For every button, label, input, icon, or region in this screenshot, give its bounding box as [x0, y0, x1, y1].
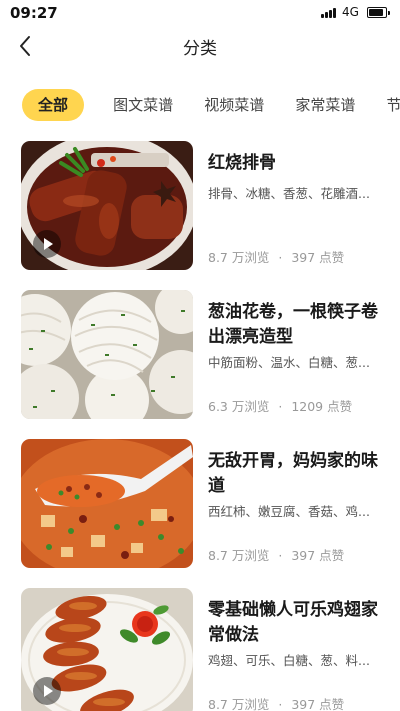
recipe-stats: 8.7 万浏览 · 397 点赞	[208, 694, 344, 711]
recipe-title: 无敌开胃，妈妈家的味道	[208, 451, 378, 496]
status-bar: 09:27 4G	[0, 0, 400, 26]
recipe-item[interactable]: 红烧排骨 排骨、冰糖、香葱、花雕酒... 8.7 万浏览 · 397 点赞	[21, 141, 381, 290]
recipe-title: 零基础懒人可乐鸡翅家常做法	[208, 600, 378, 645]
network-type: 4G	[342, 5, 359, 19]
battery-icon	[367, 7, 390, 18]
recipe-image-cola-chicken-wings	[21, 588, 193, 711]
tab-all[interactable]: 全部	[22, 89, 85, 121]
tab-picture-recipes[interactable]: 图文菜谱	[113, 89, 173, 121]
tab-video-recipes[interactable]: 视频菜谱	[204, 89, 264, 121]
recipe-stats: 8.7 万浏览 · 397 点赞	[208, 247, 344, 266]
category-tabs: 全部 图文菜谱 视频菜谱 家常菜谱 节	[22, 89, 400, 121]
signal-icon	[321, 8, 337, 18]
recipe-image-braised-pork-ribs	[21, 141, 193, 270]
view-count: 8.7 万浏览	[208, 250, 270, 265]
view-count: 8.7 万浏览	[208, 697, 270, 711]
recipe-image-scallion-buns	[21, 290, 193, 419]
like-count: 397 点赞	[291, 250, 345, 265]
recipe-ingredients: 西红柿、嫩豆腐、香菇、鸡...	[208, 504, 370, 519]
nav-bar: 分类	[0, 26, 400, 66]
recipe-item[interactable]: 无敌开胃，妈妈家的味道 西红柿、嫩豆腐、香菇、鸡... 8.7 万浏览 · 39…	[21, 439, 381, 588]
recipe-ingredients: 排骨、冰糖、香葱、花雕酒...	[208, 186, 370, 201]
stats-separator: ·	[278, 399, 283, 414]
tab-festival[interactable]: 节	[386, 89, 400, 121]
recipe-ingredients: 中筋面粉、温水、白糖、葱...	[208, 355, 370, 370]
page-title: 分类	[183, 39, 217, 59]
recipe-item[interactable]: 零基础懒人可乐鸡翅家常做法 鸡翅、可乐、白糖、葱、料... 8.7 万浏览 · …	[21, 588, 381, 711]
recipe-title: 葱油花卷，一根筷子卷出漂亮造型	[208, 302, 378, 347]
view-count: 6.3 万浏览	[208, 399, 270, 414]
stats-separator: ·	[278, 697, 283, 711]
stats-separator: ·	[278, 250, 283, 265]
like-count: 397 点赞	[291, 548, 345, 563]
recipe-item[interactable]: 葱油花卷，一根筷子卷出漂亮造型 中筋面粉、温水、白糖、葱... 6.3 万浏览 …	[21, 290, 381, 439]
stats-separator: ·	[278, 548, 283, 563]
recipe-image-tomato-tofu-soup	[21, 439, 193, 568]
view-count: 8.7 万浏览	[208, 548, 270, 563]
recipe-stats: 8.7 万浏览 · 397 点赞	[208, 545, 344, 564]
like-count: 397 点赞	[291, 697, 345, 711]
play-icon	[33, 230, 61, 258]
recipe-title: 红烧排骨	[208, 153, 276, 173]
play-icon	[33, 677, 61, 705]
recipe-ingredients: 鸡翅、可乐、白糖、葱、料...	[208, 653, 370, 668]
status-time: 09:27	[10, 4, 58, 22]
recipe-list: 红烧排骨 排骨、冰糖、香葱、花雕酒... 8.7 万浏览 · 397 点赞 葱油…	[21, 141, 381, 711]
recipe-stats: 6.3 万浏览 · 1209 点赞	[208, 396, 352, 415]
tab-home-recipes[interactable]: 家常菜谱	[295, 89, 355, 121]
like-count: 1209 点赞	[291, 399, 353, 414]
